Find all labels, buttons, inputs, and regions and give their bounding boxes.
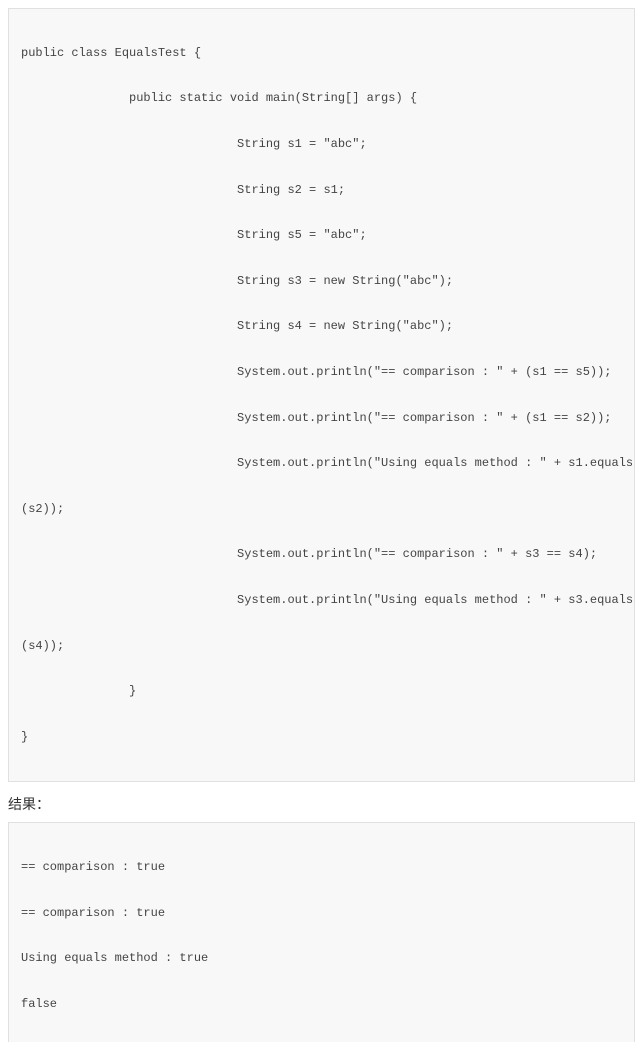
output-line: == comparison : true [21,856,622,879]
code-line: System.out.println("Using equals method … [21,589,622,612]
output-line: Using equals method : true [21,947,622,970]
code-line: String s1 = "abc"; [21,133,622,156]
code-line: System.out.println("== comparison : " + … [21,407,622,430]
output-block: == comparison : true == comparison : tru… [8,822,635,1042]
code-line: System.out.println("== comparison : " + … [21,361,622,384]
code-line: String s5 = "abc"; [21,224,622,247]
code-line: System.out.println("Using equals method … [21,452,622,475]
code-line: } [21,680,622,703]
code-line: (s4)); [21,635,622,658]
code-line: (s2)); [21,498,622,521]
code-block: public class EqualsTest { public static … [8,8,635,782]
code-line: } [21,726,622,749]
output-line: == comparison : true [21,902,622,925]
code-line: System.out.println("== comparison : " + … [21,543,622,566]
code-line: String s3 = new String("abc"); [21,270,622,293]
code-line: String s4 = new String("abc"); [21,315,622,338]
output-line: false [21,993,622,1016]
code-line: public static void main(String[] args) { [21,87,622,110]
output-line: Using equals method :true [21,1038,622,1042]
code-line: public class EqualsTest { [21,42,622,65]
code-line: String s2 = s1; [21,179,622,202]
result-label: 结果： [8,794,635,814]
